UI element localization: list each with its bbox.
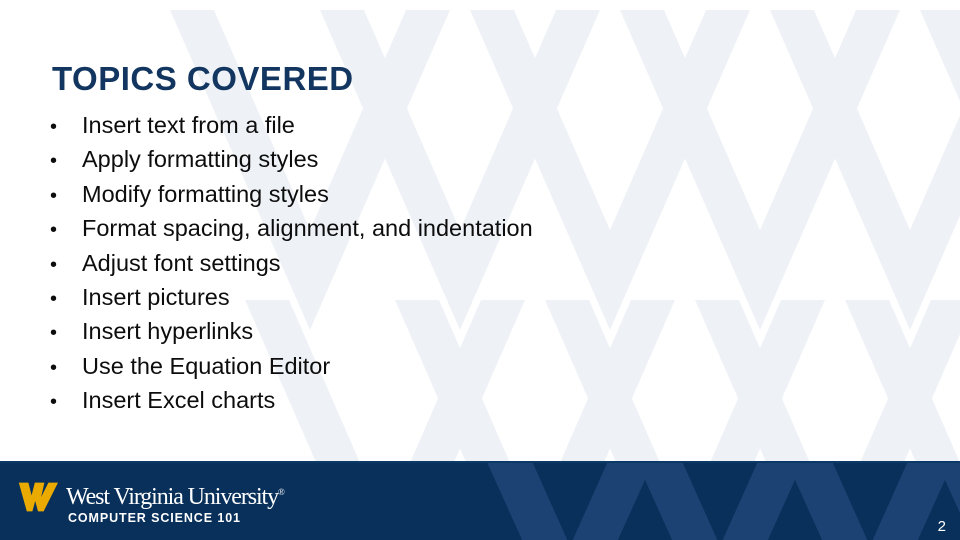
page-title: TOPICS COVERED: [52, 60, 354, 98]
registered-trademark-icon: ®: [277, 487, 285, 497]
bullet-point-icon: •: [50, 322, 58, 345]
bullet-point-icon: •: [50, 391, 58, 414]
slide-footer-bar: West Virginia University® COMPUTER SCIEN…: [0, 461, 960, 540]
bullet-point-icon: •: [50, 356, 58, 379]
list-item: • Modify formatting styles: [50, 181, 533, 215]
list-item-label: Insert text from a file: [82, 112, 295, 138]
course-subline: COMPUTER SCIENCE 101: [68, 511, 241, 525]
wvu-wordmark: West Virginia University®: [66, 479, 285, 510]
bullet-point-icon: •: [50, 116, 58, 138]
list-item: • Insert Excel charts: [50, 387, 533, 421]
list-item-label: Format spacing, alignment, and indentati…: [82, 215, 533, 242]
list-item: • Insert text from a file: [50, 112, 533, 146]
page-number: 2: [937, 518, 946, 535]
flying-wv-icon: [18, 482, 58, 512]
topics-bullet-list: • Insert text from a file • Apply format…: [50, 112, 533, 422]
wvu-logo-lockup: West Virginia University® COMPUTER SCIEN…: [18, 479, 285, 525]
list-item: • Adjust font settings: [50, 250, 533, 284]
bullet-point-icon: •: [50, 219, 58, 242]
list-item: • Use the Equation Editor: [50, 353, 533, 387]
list-item-label: Apply formatting styles: [82, 146, 319, 173]
wvu-wordmark-block: West Virginia University® COMPUTER SCIEN…: [66, 479, 285, 525]
bullet-point-icon: •: [50, 287, 58, 310]
bullet-point-icon: •: [50, 253, 58, 276]
list-item: • Apply formatting styles: [50, 146, 533, 180]
list-item-label: Modify formatting styles: [82, 180, 329, 207]
bullet-point-icon: •: [50, 184, 58, 207]
wvu-wordmark-text: West Virginia University: [66, 484, 279, 510]
list-item-label: Insert Excel charts: [82, 387, 276, 414]
list-item-label: Insert pictures: [82, 283, 230, 310]
list-item-label: Use the Equation Editor: [82, 352, 331, 379]
list-item-label: Insert hyperlinks: [82, 318, 254, 345]
bullet-point-icon: •: [50, 150, 58, 173]
slide-canvas: TOPICS COVERED • Insert text from a file…: [0, 0, 960, 540]
footer-divider: [0, 461, 960, 463]
list-item-label: Adjust font settings: [82, 249, 281, 276]
list-item: • Insert pictures: [50, 284, 533, 318]
list-item: • Format spacing, alignment, and indenta…: [50, 215, 533, 249]
list-item: • Insert hyperlinks: [50, 318, 533, 352]
